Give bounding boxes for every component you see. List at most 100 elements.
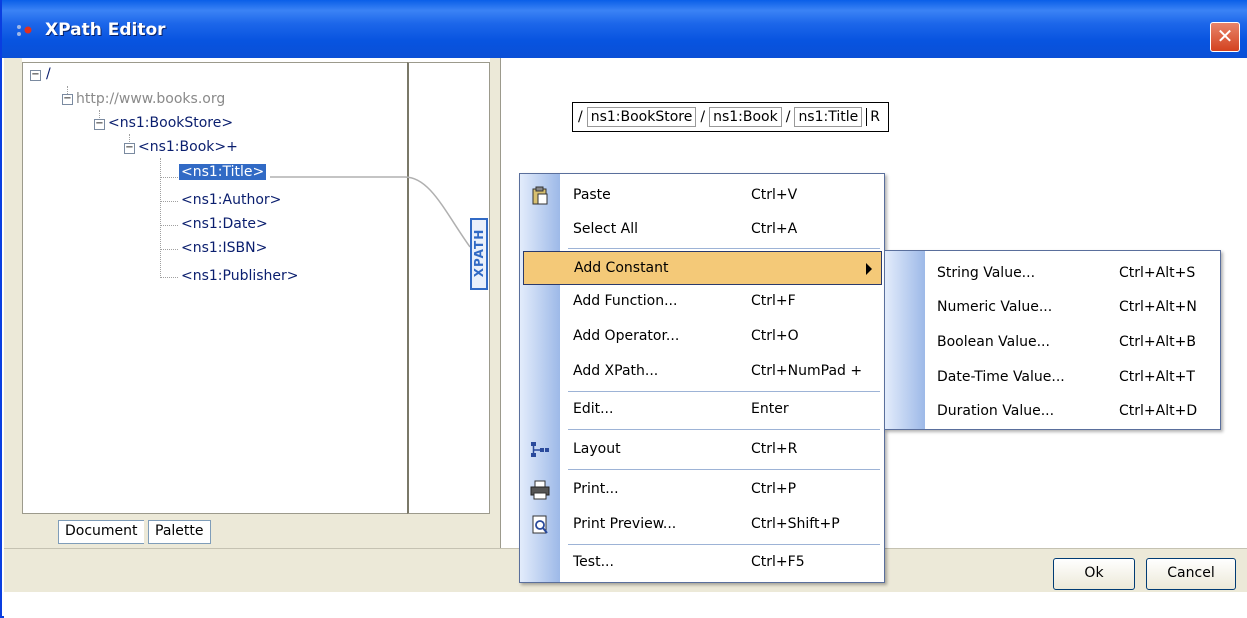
menu-item-label: Test... <box>573 554 614 570</box>
path-segment[interactable]: R <box>866 108 883 126</box>
tree-node-isbn[interactable]: <ns1:ISBN> <box>181 240 267 256</box>
printer-icon <box>530 480 550 500</box>
path-slash: / <box>785 109 791 125</box>
tree-line <box>160 249 178 250</box>
menu-item-shortcut: Ctrl+V <box>751 187 798 203</box>
submenu-item-duration-value[interactable]: Duration Value... Ctrl+Alt+D <box>885 393 1220 427</box>
path-segment[interactable]: ns1:BookStore <box>586 107 697 127</box>
tree-node-root[interactable]: / <box>46 66 51 82</box>
menu-item-label: Print Preview... <box>573 516 677 532</box>
menu-item-label: Add XPath... <box>573 363 659 379</box>
menu-item-select-all[interactable]: Select All Ctrl+A <box>520 213 884 247</box>
menu-item-label: Duration Value... <box>937 403 1055 419</box>
menu-item-print-preview[interactable]: Print Preview... Ctrl+Shift+P <box>520 508 884 542</box>
xpath-editor-app-icon <box>17 25 32 36</box>
node-connector-line <box>270 176 471 248</box>
menu-item-shortcut: Ctrl+Alt+D <box>1119 403 1198 419</box>
window-title: XPath Editor <box>45 20 166 40</box>
menu-item-shortcut: Ctrl+O <box>751 328 799 344</box>
menu-item-test[interactable]: Test... Ctrl+F5 <box>520 546 884 580</box>
menu-item-add-operator[interactable]: Add Operator... Ctrl+O <box>520 320 884 354</box>
xpath-label-text: XPATH <box>472 228 486 278</box>
menu-separator <box>568 469 880 470</box>
path-segment[interactable]: ns1:Book <box>709 107 782 127</box>
tree-line <box>160 177 178 178</box>
menu-item-label: Layout <box>573 441 621 457</box>
menu-item-label: Boolean Value... <box>937 334 1050 350</box>
path-segment[interactable]: ns1:Title <box>794 107 863 127</box>
menu-separator <box>568 248 880 249</box>
menu-item-label: Add Constant <box>574 260 669 276</box>
tab-palette[interactable]: Palette <box>148 520 211 544</box>
menu-item-label: Print... <box>573 481 619 497</box>
menu-item-label: Add Operator... <box>573 328 680 344</box>
menu-item-label: Select All <box>573 221 638 237</box>
menu-item-print[interactable]: Print... Ctrl+P <box>520 473 884 507</box>
layout-icon <box>531 442 549 457</box>
splitter <box>490 58 500 548</box>
collapse-icon[interactable]: − <box>124 143 135 154</box>
collapse-icon[interactable]: − <box>94 119 105 130</box>
menu-item-add-constant[interactable]: Add Constant <box>523 251 882 285</box>
collapse-icon[interactable]: − <box>30 70 41 81</box>
menu-item-shortcut: Ctrl+F5 <box>751 554 805 570</box>
menu-item-layout[interactable]: Layout Ctrl+R <box>520 433 884 467</box>
menu-separator <box>568 391 880 392</box>
tree-node-date[interactable]: <ns1:Date> <box>181 216 268 232</box>
menu-item-shortcut: Ctrl+Alt+S <box>1119 265 1196 281</box>
tree-line <box>160 158 161 278</box>
tree-line <box>160 201 178 202</box>
menu-item-edit[interactable]: Edit... Enter <box>520 393 884 427</box>
menu-separator <box>568 429 880 430</box>
menu-item-shortcut: Ctrl+Alt+N <box>1119 299 1197 315</box>
menu-item-paste[interactable]: Paste Ctrl+V <box>520 179 884 213</box>
title-bar[interactable]: XPath Editor ✕ <box>2 0 1247 58</box>
panel-tab-bar: Document Palette <box>22 514 500 548</box>
tree-node-bookstore[interactable]: <ns1:BookStore> <box>108 115 233 131</box>
tree-line <box>160 277 178 278</box>
submenu-item-date-time-value[interactable]: Date-Time Value... Ctrl+Alt+T <box>885 359 1220 393</box>
menu-item-shortcut: Enter <box>751 401 789 417</box>
left-margin <box>4 58 22 548</box>
tree-node-title[interactable]: <ns1:Title> <box>179 164 267 180</box>
menu-item-shortcut: Ctrl+F <box>751 293 796 309</box>
tree-node-author[interactable]: <ns1:Author> <box>181 192 281 208</box>
add-constant-submenu: String Value... Ctrl+Alt+S Numeric Value… <box>884 250 1221 430</box>
menu-separator <box>568 544 880 545</box>
tree-node-namespace[interactable]: http://www.books.org <box>76 91 225 107</box>
submenu-item-string-value[interactable]: String Value... Ctrl+Alt+S <box>885 255 1220 289</box>
close-button[interactable]: ✕ <box>1210 22 1240 52</box>
paste-icon <box>532 186 548 205</box>
tree-line <box>160 225 178 226</box>
submenu-arrow-icon <box>866 263 872 275</box>
menu-item-shortcut: Ctrl+R <box>751 441 798 457</box>
menu-item-shortcut: Ctrl+Shift+P <box>751 516 840 532</box>
submenu-item-numeric-value[interactable]: Numeric Value... Ctrl+Alt+N <box>885 289 1220 323</box>
menu-item-label: Numeric Value... <box>937 299 1053 315</box>
menu-item-label: Date-Time Value... <box>937 369 1065 385</box>
xpath-editor-window: XPath Editor ✕ − / − http://www.books.or… <box>0 0 1247 618</box>
tab-document[interactable]: Document <box>58 520 144 544</box>
menu-item-shortcut: Ctrl+Alt+T <box>1119 369 1195 385</box>
cancel-button[interactable]: Cancel <box>1146 558 1236 590</box>
menu-item-label: String Value... <box>937 265 1036 281</box>
menu-item-label: Edit... <box>573 401 614 417</box>
submenu-item-boolean-value[interactable]: Boolean Value... Ctrl+Alt+B <box>885 324 1220 358</box>
menu-item-shortcut: Ctrl+A <box>751 221 798 237</box>
path-slash: / <box>578 109 583 125</box>
print-preview-icon <box>532 515 548 534</box>
xpath-node-label[interactable]: XPATH <box>470 218 488 290</box>
menu-item-add-function[interactable]: Add Function... Ctrl+F <box>520 285 884 319</box>
menu-item-shortcut: Ctrl+Alt+B <box>1119 334 1196 350</box>
menu-item-label: Paste <box>573 187 611 203</box>
status-area <box>4 592 1247 618</box>
context-menu: Paste Ctrl+V Select All Ctrl+A Add Const… <box>519 173 885 583</box>
close-icon: ✕ <box>1216 24 1234 48</box>
menu-item-add-xpath[interactable]: Add XPath... Ctrl+NumPad + <box>520 355 884 389</box>
menu-item-label: Add Function... <box>573 293 678 309</box>
xpath-expression[interactable]: / ns1:BookStore / ns1:Book / ns1:Title R <box>572 102 889 132</box>
ok-button[interactable]: Ok <box>1053 558 1135 590</box>
tree-node-book[interactable]: <ns1:Book>+ <box>138 139 238 155</box>
tree-node-publisher[interactable]: <ns1:Publisher> <box>181 268 299 284</box>
collapse-icon[interactable]: − <box>62 94 73 105</box>
